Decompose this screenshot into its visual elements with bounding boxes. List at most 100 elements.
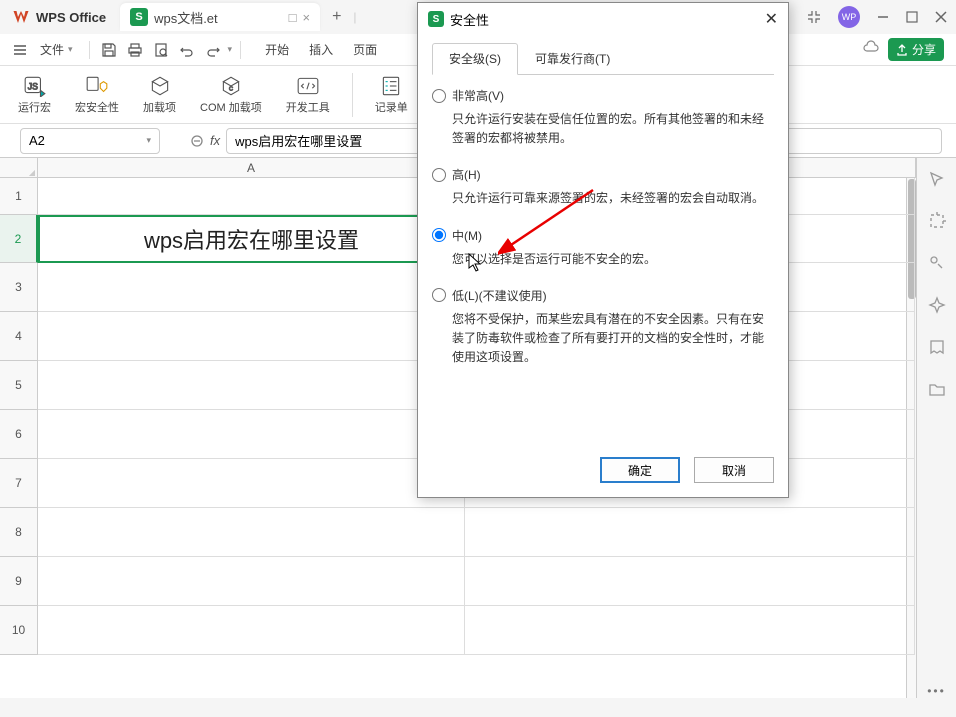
folder-icon[interactable] [928,380,946,398]
dev-tools-button[interactable]: 开发工具 [280,71,336,119]
col-header-a[interactable]: A [38,158,465,178]
tab-divider: | [353,10,356,24]
row-header[interactable]: 9 [0,557,38,606]
cancel-button[interactable]: 取消 [694,457,774,483]
row-header[interactable]: 8 [0,508,38,557]
cell-content: wps启用宏在哪里设置 [144,223,359,255]
svg-text:JS: JS [27,81,37,91]
label-medium: 中(M) [452,227,482,244]
row-header[interactable]: 3 [0,263,38,312]
spreadsheet-icon: S [428,11,444,27]
radio-medium[interactable] [432,228,446,242]
add-tab-button[interactable]: + [324,8,349,26]
merged-cell-a2[interactable]: wps启用宏在哪里设置 [38,215,465,263]
style-icon[interactable] [928,254,946,272]
tab-start[interactable]: 开始 [257,37,297,62]
tab-trusted-publisher[interactable]: 可靠发行商(T) [518,43,627,74]
close-icon[interactable] [934,10,948,24]
cloud-icon[interactable] [862,39,880,60]
menu-tabs: 开始 插入 页面 [257,37,385,62]
sparkle-icon[interactable] [928,296,946,314]
cancel-formula-icon[interactable] [190,134,204,148]
code-icon [296,75,320,97]
focus-icon[interactable] [928,212,946,230]
dialog-tabs: 安全级(S) 可靠发行商(T) [432,43,774,75]
form-icon [379,75,403,97]
security-dialog: S 安全性 ✕ 安全级(S) 可靠发行商(T) 非常高(V) 只允许运行安装在受… [417,2,789,498]
app-name: WPS Office [36,10,106,25]
row-header[interactable]: 6 [0,410,38,459]
cell-reference-box[interactable]: A2 ▾ [20,128,160,154]
radio-high[interactable] [432,168,446,182]
com-box-icon: C [219,75,243,97]
label-low: 低(L)(不建议使用) [452,287,547,304]
radio-very-high[interactable] [432,89,446,103]
addins-button[interactable]: 加载项 [137,71,182,119]
svg-text:C: C [229,86,233,92]
label-very-high: 非常高(V) [452,87,504,104]
save-icon[interactable] [98,39,120,61]
share-button[interactable]: 分享 [888,38,944,61]
desc-very-high: 只允许运行安装在受信任位置的宏。所有其他签署的和未经签署的宏都将被禁用。 [452,110,774,148]
fx-icon[interactable]: fx [210,133,220,148]
row-header[interactable]: 7 [0,459,38,508]
cell-ref: A2 [29,133,45,148]
desc-medium: 您可以选择是否运行可能不安全的宏。 [452,250,774,269]
js-icon: JS [23,75,47,97]
label-high: 高(H) [452,166,481,183]
dialog-footer: 确定 取消 [600,457,774,483]
tab-title: wps文档.et [154,8,218,27]
tab-security-level[interactable]: 安全级(S) [432,43,518,75]
cursor-tool-icon[interactable] [928,170,946,188]
option-high: 高(H) 只允许运行可靠来源签署的宏，未经签署的宏会自动取消。 [432,166,774,208]
ok-button[interactable]: 确定 [600,457,680,483]
box-icon [148,75,172,97]
file-label: 文件 [40,41,64,58]
print-icon[interactable] [124,39,146,61]
redo-icon[interactable] [202,39,224,61]
document-tab[interactable]: S wps文档.et □ × [120,3,320,31]
file-menu[interactable]: 文件 ▾ [32,39,81,60]
wps-icon [12,8,30,26]
row-header[interactable]: 2 [0,215,38,263]
book-icon[interactable] [928,338,946,356]
side-panel: ••• [916,158,956,698]
shield-icon [85,75,109,97]
fullscreen-icon[interactable]: □ [289,10,297,25]
com-addins-button[interactable]: C COM 加载项 [194,71,268,119]
row-headers: 1 2 3 4 5 6 7 8 9 10 [0,178,38,698]
spreadsheet-icon: S [130,8,148,26]
dialog-title: 安全性 [450,10,489,29]
more-icon[interactable]: ••• [927,684,946,698]
hamburger-icon[interactable] [12,42,28,58]
tab-insert[interactable]: 插入 [301,37,341,62]
user-avatar[interactable]: WP [838,6,860,28]
dialog-body: 非常高(V) 只允许运行安装在受信任位置的宏。所有其他签署的和未经签署的宏都将被… [418,75,788,397]
row-header[interactable]: 5 [0,361,38,410]
tab-page[interactable]: 页面 [345,37,385,62]
row-header[interactable]: 1 [0,178,38,215]
record-button[interactable]: 记录单 [369,71,414,119]
row-header[interactable]: 10 [0,606,38,655]
row-header[interactable]: 4 [0,312,38,361]
radio-low[interactable] [432,288,446,302]
share-label: 分享 [912,41,936,58]
close-tab-icon[interactable]: × [302,10,310,25]
desc-high: 只允许运行可靠来源签署的宏，未经签署的宏会自动取消。 [452,189,774,208]
desc-low: 您将不受保护，而某些宏具有潜在的不安全因素。只有在安装了防毒软件或检查了所有要打… [452,310,774,368]
window-controls: WP [806,6,948,28]
app-logo: WPS Office [8,8,116,26]
undo-icon[interactable] [176,39,198,61]
minimize-icon[interactable] [876,10,890,24]
dialog-title-bar: S 安全性 ✕ [418,3,788,35]
exit-fullscreen-icon[interactable] [806,9,822,25]
preview-icon[interactable] [150,39,172,61]
option-medium: 中(M) 您可以选择是否运行可能不安全的宏。 [432,227,774,269]
select-all-corner[interactable] [0,158,38,178]
option-very-high: 非常高(V) 只允许运行安装在受信任位置的宏。所有其他签署的和未经签署的宏都将被… [432,87,774,148]
option-low: 低(L)(不建议使用) 您将不受保护，而某些宏具有潜在的不安全因素。只有在安装了… [432,287,774,368]
run-macro-button[interactable]: JS 运行宏 [12,71,57,119]
maximize-icon[interactable] [906,11,918,23]
macro-security-button[interactable]: 宏安全性 [69,71,125,119]
dialog-close-icon[interactable]: ✕ [765,9,778,29]
